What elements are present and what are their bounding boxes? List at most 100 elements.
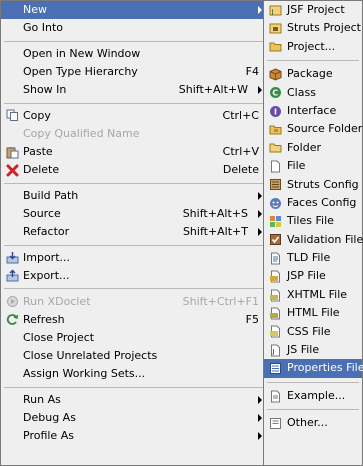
menu-item-shortcut: Delete [222, 163, 259, 177]
properties-file-icon [269, 362, 282, 375]
menu-item-new[interactable]: New [1, 1, 266, 20]
menu-separator [4, 102, 263, 104]
menu-item-close-unrelated-projects[interactable]: Close Unrelated Projects [1, 347, 266, 365]
menu-item-shortcut: Shift+Alt+T [182, 225, 248, 239]
submenu-item-interface[interactable]: I Interface [264, 102, 362, 120]
svg-text:C: C [272, 89, 278, 98]
submenu-item-project[interactable]: Project... [264, 38, 362, 56]
submenu-item-file[interactable]: File [264, 157, 362, 175]
menu-item-label: JSP File [287, 269, 326, 283]
menu-item-label: Go Into [23, 21, 64, 35]
struts-project-icon [269, 22, 282, 35]
menu-item-label: Build Path [23, 188, 79, 202]
menu-item-shortcut: F5 [245, 312, 259, 326]
menu-item-label: Example... [287, 388, 346, 402]
menu-item-paste[interactable]: Paste Ctrl+V [1, 143, 266, 161]
submenu-item-js-file[interactable]: JS File [264, 341, 362, 359]
faces-config-icon [269, 197, 282, 210]
submenu-item-faces-config[interactable]: Faces Config [264, 194, 362, 212]
struts-config-icon [269, 178, 282, 191]
submenu-item-properties-file[interactable]: Properties File [264, 359, 363, 378]
menu-separator [267, 409, 359, 411]
menu-item-label: Open in New Window [23, 46, 141, 60]
menu-item-profile-as[interactable]: Profile As [1, 427, 266, 445]
menu-item-refactor[interactable]: Refactor Shift+Alt+T [1, 223, 266, 241]
package-icon [269, 68, 282, 81]
submenu-item-source-folder[interactable]: Source Folder [264, 120, 362, 138]
menu-item-label: CSS File [287, 324, 331, 338]
menu-item-label: Package [287, 67, 333, 81]
menu-item-open-new-window[interactable]: Open in New Window [1, 45, 266, 63]
submenu-item-jsf-project[interactable]: J JSF Project [264, 1, 362, 19]
submenu-arrow-icon [258, 86, 262, 95]
submenu-item-other[interactable]: Other... [264, 414, 362, 432]
menu-item-label: Struts Config [287, 177, 359, 191]
menu-item-label: Refactor [23, 225, 70, 239]
validation-file-icon [269, 233, 282, 246]
submenu-item-html-file[interactable]: HTML File [264, 304, 362, 322]
submenu-item-package[interactable]: Package [264, 65, 362, 83]
menu-item-label: File [287, 159, 306, 173]
menu-item-open-type-hierarchy[interactable]: Open Type Hierarchy F4 [1, 63, 266, 81]
menu-item-close-project[interactable]: Close Project [1, 329, 266, 347]
submenu-item-example[interactable]: Example... [264, 387, 362, 405]
menu-item-label: Open Type Hierarchy [23, 64, 138, 78]
project-icon [269, 40, 282, 53]
jsf-project-icon: J [269, 4, 282, 17]
menu-item-import[interactable]: Import... [1, 249, 266, 267]
submenu-item-class[interactable]: C Class [264, 84, 362, 102]
menu-item-shortcut: Ctrl+C [222, 108, 259, 122]
submenu-item-xhtml-file[interactable]: XHTML File [264, 286, 362, 304]
menu-item-label: Interface [287, 103, 337, 117]
menu-item-go-into[interactable]: Go Into [1, 19, 266, 37]
menu-item-label: Assign Working Sets... [23, 367, 146, 381]
submenu-arrow-icon [258, 6, 262, 14]
submenu-arrow-icon [258, 395, 262, 404]
xhtml-file-icon [269, 289, 282, 302]
menu-item-export[interactable]: Export... [1, 267, 266, 285]
submenu-item-struts-project[interactable]: Struts Project [264, 19, 362, 37]
menu-item-refresh[interactable]: Refresh F5 [1, 311, 266, 329]
menu-item-shortcut: Shift+Ctrl+F1 [182, 294, 259, 308]
menu-item-label: Close Project [23, 330, 95, 344]
svg-text:J: J [271, 8, 274, 16]
submenu-item-tiles-file[interactable]: Tiles File [264, 212, 362, 230]
menu-item-show-in[interactable]: Show In Shift+Alt+W [1, 81, 266, 99]
submenu-arrow-icon [258, 191, 262, 200]
menu-item-label: Validation File [287, 232, 363, 246]
menu-item-label: Copy Qualified Name [23, 126, 140, 140]
menu-item-copy-qualified-name[interactable]: Copy Qualified Name [1, 125, 266, 143]
menu-item-copy[interactable]: Copy Ctrl+C [1, 107, 266, 125]
menu-item-build-path[interactable]: Build Path [1, 187, 266, 205]
submenu-item-validation-file[interactable]: Validation File [264, 231, 363, 249]
menu-item-run-xdoclet[interactable]: Run XDoclet Shift+Ctrl+F1 [1, 293, 266, 311]
menu-item-shortcut: Shift+Alt+S [182, 207, 248, 220]
menu-item-label: New [23, 3, 47, 16]
menu-item-label: Faces Config [287, 195, 357, 209]
menu-item-label: Export... [23, 268, 70, 282]
menu-item-debug-as[interactable]: Debug As [1, 409, 266, 427]
source-folder-icon [269, 123, 282, 136]
menu-item-source[interactable]: Source Shift+Alt+S [1, 205, 266, 223]
submenu-arrow-icon [258, 414, 262, 422]
menu-item-shortcut: Shift+Alt+W [178, 83, 248, 97]
submenu-item-css-file[interactable]: CSS File [264, 323, 362, 341]
menu-item-shortcut: Ctrl+V [222, 145, 259, 159]
other-icon [269, 417, 282, 430]
submenu-item-tld-file[interactable]: TLD File [264, 249, 362, 267]
submenu-item-struts-config[interactable]: Struts Config [264, 176, 362, 194]
menu-item-assign-working-sets[interactable]: Assign Working Sets... [1, 365, 266, 383]
copy-icon [6, 109, 19, 122]
menu-item-shortcut: F4 [245, 64, 259, 78]
menu-item-label: Refresh [23, 312, 65, 326]
submenu-item-folder[interactable]: Folder [264, 139, 362, 157]
menu-item-delete[interactable]: Delete Delete [1, 161, 266, 179]
html-file-icon [269, 307, 282, 320]
menu-item-label: XHTML File [287, 287, 348, 301]
menu-item-run-as[interactable]: Run As [1, 391, 266, 409]
menu-item-label: Show In [23, 83, 67, 97]
interface-icon: I [269, 105, 282, 118]
menu-item-label: Struts Project [287, 21, 361, 35]
menu-item-label: Run As [23, 392, 61, 406]
submenu-item-jsp-file[interactable]: JSP File [264, 267, 362, 285]
